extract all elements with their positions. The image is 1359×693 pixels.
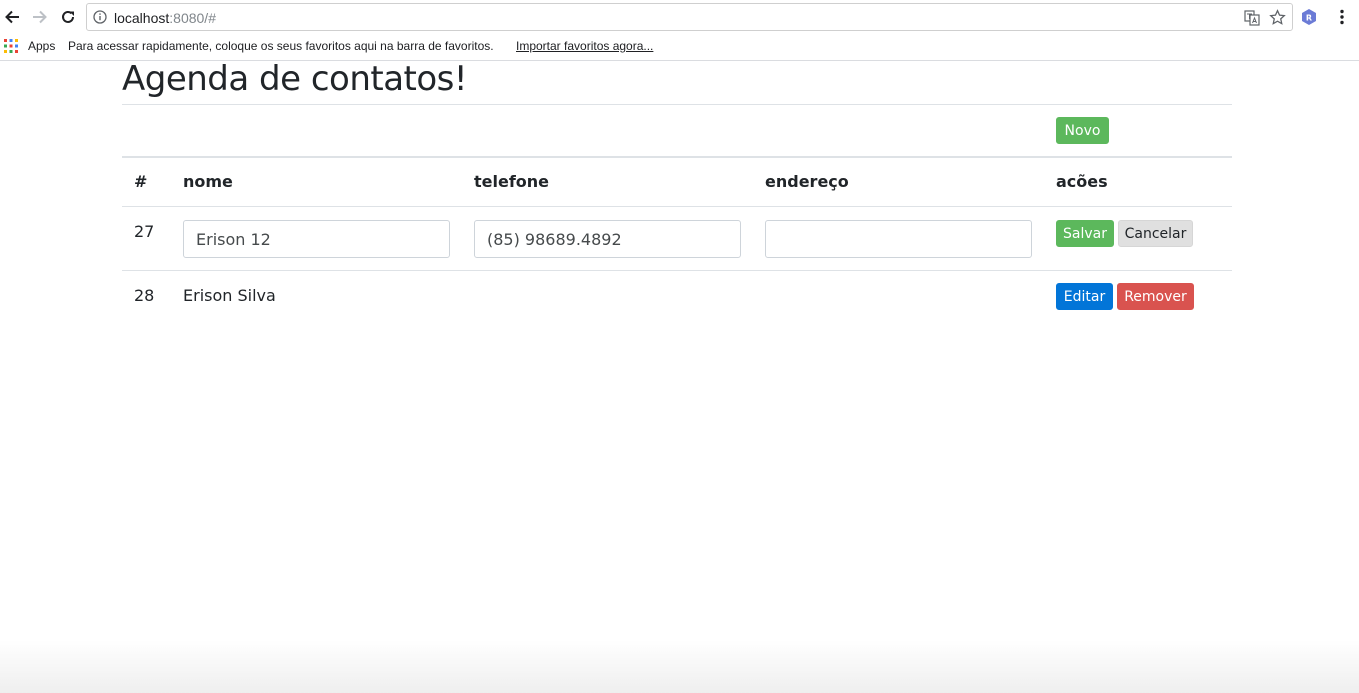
endereco-input[interactable]	[765, 220, 1032, 258]
info-icon[interactable]	[93, 10, 107, 24]
column-header-nome: nome	[183, 172, 233, 191]
reload-icon[interactable]	[56, 5, 80, 29]
bookmarks-bar: Apps Para acessar rapidamente, coloque o…	[0, 34, 1359, 61]
save-button[interactable]: Salvar	[1056, 220, 1114, 247]
bottom-shadow	[0, 640, 1359, 693]
address-bar[interactable]: localhost:8080/#	[86, 3, 1293, 31]
url-host: localhost	[114, 10, 170, 26]
browser-toolbar: localhost:8080/# R	[0, 0, 1359, 34]
telefone-input[interactable]	[474, 220, 741, 258]
column-header-endereco: endereço	[765, 172, 849, 191]
row-divider	[122, 270, 1232, 271]
column-header-telefone: telefone	[474, 172, 550, 191]
new-contact-button[interactable]: Novo	[1056, 117, 1109, 144]
extension-icon[interactable]: R	[1300, 8, 1318, 26]
edit-button[interactable]: Editar	[1056, 283, 1113, 310]
column-header-id: #	[134, 172, 148, 191]
header-divider	[122, 206, 1232, 207]
more-vert-icon[interactable]	[1336, 9, 1348, 25]
bookmark-star-icon[interactable]	[1269, 9, 1286, 26]
url-text: localhost:8080/#	[114, 10, 216, 26]
back-arrow-icon[interactable]	[0, 5, 24, 29]
table-top-border	[122, 156, 1232, 158]
import-bookmarks-link[interactable]: Importar favoritos agora...	[516, 39, 653, 53]
apps-grid-icon[interactable]	[4, 39, 18, 53]
title-divider	[122, 104, 1232, 105]
row-id: 27	[134, 222, 155, 241]
column-header-acoes: acões	[1056, 172, 1108, 191]
nome-input[interactable]	[183, 220, 450, 258]
extension-badge-text: R	[1306, 14, 1312, 23]
row-id: 28	[134, 286, 155, 305]
forward-arrow-icon[interactable]	[28, 5, 52, 29]
remove-button[interactable]: Remover	[1117, 283, 1194, 310]
translate-icon[interactable]	[1244, 10, 1260, 26]
cancel-button[interactable]: Cancelar	[1118, 220, 1193, 247]
bookmarks-hint: Para acessar rapidamente, coloque os seu…	[68, 39, 494, 53]
contact-name: Erison Silva	[183, 286, 276, 305]
apps-shortcut[interactable]: Apps	[28, 39, 55, 53]
url-port-path: :8080/#	[169, 10, 216, 26]
page-title: Agenda de contatos!	[122, 59, 468, 99]
